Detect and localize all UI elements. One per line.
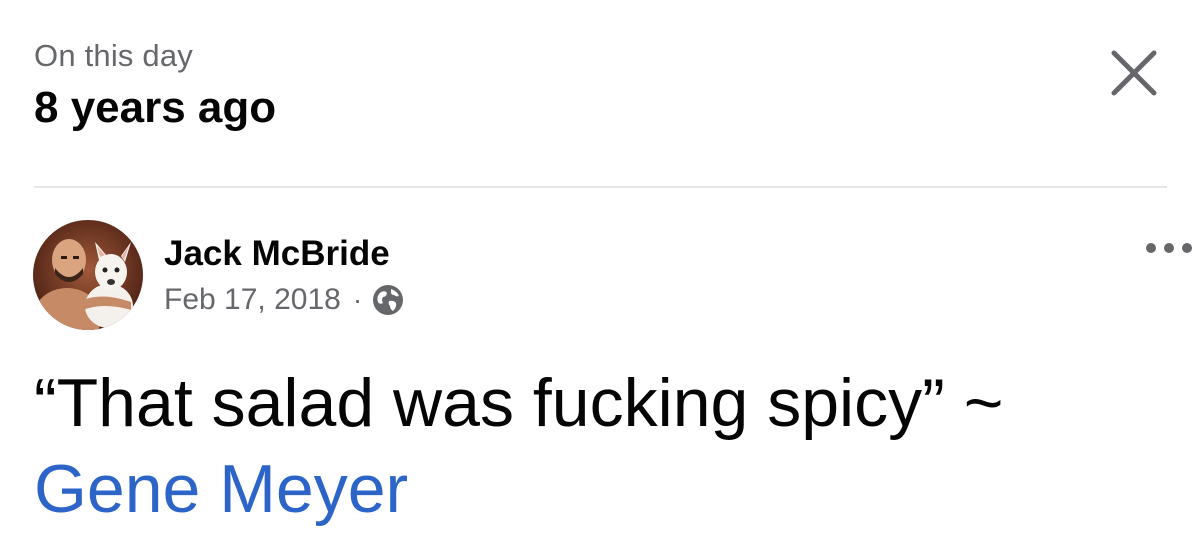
memory-header: On this day 8 years ago bbox=[34, 36, 276, 136]
close-button[interactable] bbox=[1105, 44, 1163, 102]
mention-link[interactable]: Gene Meyer bbox=[34, 451, 408, 527]
post-body: “That salad was fucking spicy” ~ Gene Me… bbox=[34, 360, 1174, 532]
globe-icon[interactable] bbox=[372, 284, 404, 316]
avatar-image bbox=[33, 220, 143, 330]
author-name[interactable]: Jack McBride bbox=[164, 232, 390, 276]
post-meta: Feb 17, 2018 · bbox=[164, 280, 404, 320]
meta-separator: · bbox=[352, 284, 363, 315]
post-date[interactable]: Feb 17, 2018 bbox=[164, 283, 341, 317]
close-icon bbox=[1111, 50, 1157, 96]
avatar[interactable] bbox=[33, 220, 143, 330]
post-text: “That salad was fucking spicy” ~ bbox=[34, 365, 1004, 441]
more-options-button[interactable] bbox=[1141, 234, 1197, 262]
divider bbox=[34, 186, 1167, 188]
more-options-icon bbox=[1146, 243, 1192, 253]
post-header: Jack McBride Feb 17, 2018 · bbox=[33, 220, 1192, 332]
memory-title: 8 years ago bbox=[34, 83, 277, 132]
memory-kicker: On this day bbox=[34, 38, 194, 73]
